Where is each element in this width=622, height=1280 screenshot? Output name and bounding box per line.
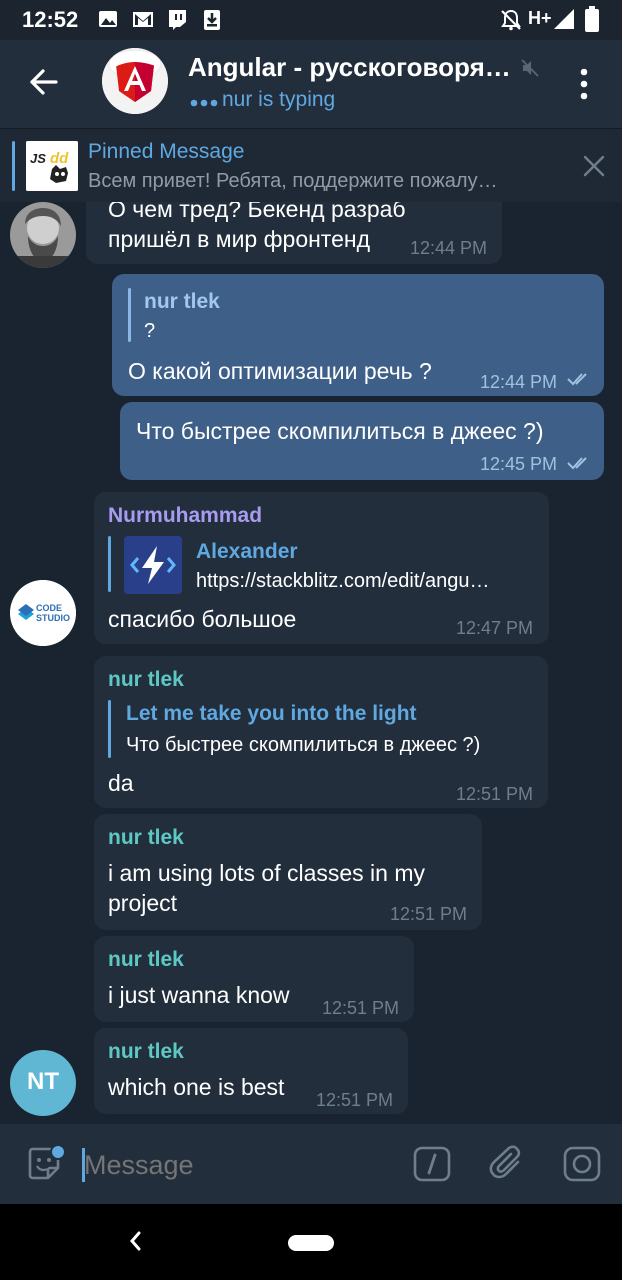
message-text: О какой оптимизации речь ? [128, 358, 432, 384]
battery-icon [585, 6, 599, 32]
user-avatar-code-studio[interactable]: CODE STUDIO [10, 580, 76, 646]
sender-name: nur tlek [108, 1040, 184, 1063]
statue-avatar-icon [10, 202, 76, 268]
attach-paperclip-icon[interactable] [488, 1144, 528, 1184]
more-options-icon[interactable] [575, 66, 593, 102]
network-type: H+ [528, 8, 552, 28]
reply-text: ? [144, 320, 156, 342]
message-composer [0, 1124, 622, 1204]
message-bubble[interactable]: nur tlek which one is best 12:51 PM [94, 1028, 408, 1114]
signal-icon [554, 9, 574, 29]
message-time: 12:47 PM [456, 618, 534, 638]
svg-text:JS: JS [30, 151, 46, 166]
message-time: 12:51 PM [456, 784, 534, 804]
reply-accent-bar [108, 700, 111, 758]
jsdd-logo-icon: JS dd [26, 141, 78, 191]
message-text: Что быстрее скомпилиться в джеес ?) [136, 418, 544, 444]
reply-author: Alexander [196, 540, 298, 563]
typing-status: nur is typing [222, 88, 336, 111]
angular-logo-icon [102, 48, 168, 114]
message-text: which one is best [108, 1074, 285, 1100]
chat-header: Angular - русскоговоря… nur is typing [0, 40, 622, 128]
camera-icon[interactable] [562, 1144, 602, 1184]
stackblitz-thumbnail-icon [124, 536, 182, 594]
system-navigation-bar [0, 1204, 622, 1280]
reply-text: Что быстрее скомпилиться в джеес ?) [126, 734, 481, 756]
reply-author: Let me take you into the light [126, 702, 417, 725]
typing-dots-icon [190, 99, 218, 107]
message-bubble[interactable]: nur tlek ? О какой оптимизации речь ? 12… [112, 274, 604, 396]
message-time: 12:51 PM [316, 1090, 394, 1110]
nav-home-pill[interactable] [288, 1235, 334, 1251]
message-bubble[interactable]: nur tlek i just wanna know 12:51 PM [94, 936, 414, 1022]
pinned-thumbnail: JS dd [26, 141, 78, 191]
read-checkmarks-icon [567, 373, 587, 386]
message-time: 12:44 PM [480, 372, 558, 392]
message-bubble[interactable]: nur tlek i am using lots of classes in m… [94, 814, 482, 930]
user-avatar-nur-tlek[interactable]: NT [10, 1050, 76, 1116]
sender-name: Nurmuhammad [108, 504, 263, 527]
twitch-notification-icon [169, 10, 186, 30]
message-bubble[interactable]: nur tlek Let me take you into the light … [94, 656, 548, 808]
message-time: 12:44 PM [410, 238, 488, 258]
message-input[interactable] [84, 1150, 384, 1181]
status-time: 12:52 [22, 7, 79, 32]
sender-name: nur tlek [108, 948, 184, 971]
code-studio-line2: STUDIO [36, 613, 70, 623]
pinned-message[interactable]: JS dd Pinned Message Всем привет! Ребята… [0, 128, 622, 202]
sender-name: nur tlek [108, 826, 184, 849]
user-avatar-statue[interactable] [10, 202, 76, 268]
message-bubble[interactable]: Nurmuhammad Alexander https://stackblitz… [94, 492, 549, 644]
message-bubble[interactable]: О чем тред? Бекенд разраб пришёл в мир ф… [86, 202, 502, 264]
chat-title[interactable]: Angular - русскоговоря… [188, 52, 511, 83]
message-time: 12:45 PM [480, 454, 558, 474]
reply-accent-bar [128, 288, 131, 342]
reply-link: https://stackblitz.com/edit/angu… [196, 570, 490, 592]
message-text: спасибо большое [108, 606, 297, 632]
image-notification-icon [99, 11, 117, 27]
close-icon[interactable] [582, 154, 606, 178]
message-text: i just wanna know [108, 982, 290, 1008]
reply-author: nur tlek [144, 290, 220, 313]
message-list[interactable]: О чем тред? Бекенд разраб пришёл в мир ф… [0, 202, 622, 1124]
svg-text:dd: dd [50, 150, 69, 167]
code-studio-logo-icon: CODE STUDIO [10, 580, 76, 646]
pinned-text: Всем привет! Ребята, поддержите пожалу… [88, 170, 498, 192]
code-studio-line1: CODE [36, 603, 62, 613]
new-sticker-dot [50, 1144, 66, 1160]
download-notification-icon [204, 10, 220, 30]
bot-commands-icon[interactable] [412, 1144, 452, 1184]
message-time: 12:51 PM [322, 998, 400, 1018]
muted-speaker-icon [521, 59, 539, 77]
group-avatar[interactable] [102, 48, 168, 114]
pinned-accent-bar [12, 141, 15, 191]
read-checkmarks-icon [567, 457, 587, 470]
dnd-bell-off-icon [501, 9, 521, 31]
message-bubble[interactable]: Что быстрее скомпилиться в джеес ?) 12:4… [120, 402, 604, 480]
avatar-initials: NT [27, 1068, 59, 1095]
nav-back-icon[interactable] [126, 1228, 146, 1254]
reply-accent-bar [108, 536, 111, 592]
back-arrow-icon[interactable] [26, 64, 62, 100]
sender-name: nur tlek [108, 668, 184, 691]
message-time: 12:51 PM [390, 904, 468, 924]
pinned-title: Pinned Message [88, 140, 245, 163]
status-bar: 12:52 H+ [0, 0, 622, 40]
message-text: da [108, 770, 134, 796]
gmail-notification-icon [133, 12, 153, 27]
